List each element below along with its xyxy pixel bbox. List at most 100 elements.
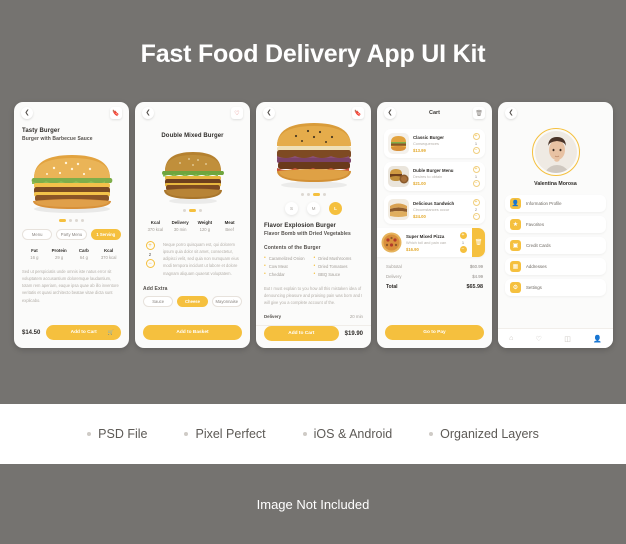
increase-quantity-button[interactable]: + bbox=[472, 199, 480, 206]
item-quantity-stepper[interactable]: + 2 − bbox=[471, 199, 481, 220]
size-option-m[interactable]: M bbox=[307, 202, 320, 215]
product-image bbox=[266, 118, 362, 190]
increase-quantity-button[interactable]: + bbox=[459, 232, 467, 239]
menu-item-settings[interactable]: ⚙ Settings bbox=[505, 279, 606, 296]
ingredients-list: • Caramelized Onion • Dried Mushrooms • Cow… bbox=[264, 256, 363, 280]
item-thumbnail bbox=[388, 166, 409, 187]
carousel-dot[interactable] bbox=[81, 219, 84, 222]
increase-quantity-button[interactable]: + bbox=[472, 166, 480, 173]
increase-quantity-button[interactable]: + bbox=[145, 241, 155, 250]
size-option-s[interactable]: S bbox=[285, 202, 298, 215]
heart-icon[interactable]: ♡ bbox=[231, 107, 243, 119]
menu-item-addresses[interactable]: ▦ Addresses bbox=[505, 258, 606, 275]
feature-label: iOS & Android bbox=[313, 427, 393, 441]
add-to-basket-button[interactable]: Add to Basket bbox=[143, 325, 242, 340]
tab-1-serving[interactable]: 1 Serving bbox=[90, 229, 121, 240]
extra-sauce[interactable]: Sauce bbox=[143, 295, 174, 307]
item-quantity-stepper[interactable]: + 1 − bbox=[471, 166, 481, 187]
item-name: Classic Burger bbox=[413, 134, 444, 140]
back-button[interactable]: ❮ bbox=[142, 107, 154, 119]
increase-quantity-button[interactable]: + bbox=[472, 133, 480, 140]
decrease-quantity-button[interactable]: − bbox=[472, 180, 480, 187]
menu-item-information-profile[interactable]: 👤 Information Profile bbox=[505, 195, 606, 212]
back-button[interactable]: ❮ bbox=[384, 107, 396, 119]
home-icon[interactable]: ⌂ bbox=[509, 335, 513, 342]
cart-item[interactable]: Duble Burger Menu Desires to obtain $21.… bbox=[384, 162, 485, 191]
trash-icon[interactable]: 🗑 bbox=[473, 107, 485, 119]
item-description: Circumstances occur bbox=[413, 207, 450, 212]
extras-chips[interactable]: Sauce Cheese Mayonnaise bbox=[143, 295, 242, 307]
back-button[interactable]: ❮ bbox=[21, 107, 33, 119]
product-description: Neque porro quisquam est, qui dolorem ip… bbox=[163, 242, 239, 276]
bullet-icon: • bbox=[313, 263, 316, 269]
delivery-row: Delivery 20 min bbox=[256, 314, 371, 327]
carousel-dot[interactable] bbox=[69, 219, 72, 222]
decrease-quantity-button[interactable]: − bbox=[459, 246, 467, 253]
decrease-quantity-button[interactable]: − bbox=[145, 259, 155, 268]
carousel-dot[interactable] bbox=[199, 209, 202, 212]
phone-mockups-row: ❮ 🔖 Tasty Burger Burger with Barbecue Sa… bbox=[14, 102, 613, 348]
item-text: Super Mixed Pizza Which toil and pain ca… bbox=[406, 234, 454, 252]
cart-item-swiped[interactable]: Super Mixed Pizza Which toil and pain ca… bbox=[377, 228, 485, 257]
bullet-icon bbox=[87, 432, 92, 436]
tab-menu[interactable]: Menu bbox=[22, 229, 53, 240]
add-to-cart-label: Add to Cart bbox=[70, 330, 97, 335]
user-icon: 👤 bbox=[510, 198, 521, 209]
bookmark-icon[interactable]: 🔖 bbox=[110, 107, 122, 119]
add-to-cart-button[interactable]: Add to Cart 🛒 bbox=[46, 325, 121, 340]
feature-psd-file: PSD File bbox=[87, 427, 147, 441]
menu-item-favorites[interactable]: ★ Favorites bbox=[505, 216, 606, 233]
cart-item[interactable]: Classic Burger Consequences $13.99 + 1 − bbox=[384, 129, 485, 158]
add-to-cart-button[interactable]: Add to Cart bbox=[264, 326, 339, 342]
bullet-icon bbox=[429, 432, 434, 436]
tab-party-menu[interactable]: Party Menu bbox=[56, 229, 87, 240]
size-selector[interactable]: S M L bbox=[256, 202, 371, 215]
carousel-dot[interactable] bbox=[323, 193, 326, 196]
bottom-navigation[interactable]: ⌂ ♡ ◫ 👤 bbox=[498, 328, 613, 348]
delete-item-button[interactable]: 🗑 bbox=[472, 228, 485, 257]
cart-item[interactable]: Delicious Sandwich Circumstances occur $… bbox=[384, 195, 485, 224]
extra-cheese[interactable]: Cheese bbox=[177, 295, 208, 307]
carousel-dot-active[interactable] bbox=[313, 193, 320, 196]
ingredient-label: Cow Meat bbox=[268, 264, 288, 269]
heart-icon[interactable]: ♡ bbox=[536, 335, 542, 343]
stat-delivery: Delivery 30 min bbox=[168, 220, 193, 232]
carousel-dot[interactable] bbox=[183, 209, 186, 212]
avatar[interactable] bbox=[531, 128, 580, 176]
stat-label: Weight bbox=[197, 220, 213, 225]
orders-icon[interactable]: ◫ bbox=[564, 335, 571, 343]
bullet-icon: • bbox=[264, 271, 266, 277]
stat-label: Delivery bbox=[171, 220, 189, 225]
extra-mayonnaise[interactable]: Mayonnaise bbox=[211, 295, 242, 307]
footer-section: Image Not Included bbox=[0, 464, 626, 544]
ingredient-label: Caramelized Onion bbox=[268, 256, 305, 261]
carousel-dot-active[interactable] bbox=[59, 219, 66, 222]
carousel-dot[interactable] bbox=[301, 193, 304, 196]
item-thumbnail bbox=[388, 199, 409, 220]
image-carousel-dots[interactable] bbox=[256, 193, 371, 196]
menu-item-label: Settings bbox=[526, 285, 542, 290]
ingredient-label: Cheddar bbox=[268, 272, 285, 277]
cart-topbar: ❮ Cart 🗑 bbox=[377, 102, 492, 124]
back-button[interactable]: ❮ bbox=[505, 107, 517, 119]
item-quantity-stepper[interactable]: + 1 − bbox=[458, 232, 468, 253]
item-quantity-stepper[interactable]: + 1 − bbox=[471, 133, 481, 154]
image-carousel-dots[interactable] bbox=[14, 219, 129, 222]
decrease-quantity-button[interactable]: − bbox=[472, 147, 480, 154]
decrease-quantity-button[interactable]: − bbox=[472, 213, 480, 220]
carousel-dot[interactable] bbox=[75, 219, 78, 222]
quantity-stepper[interactable]: + 2 − bbox=[143, 241, 157, 268]
carousel-dot[interactable] bbox=[307, 193, 310, 196]
subtotal-row: Subtotal $60.99 bbox=[386, 264, 483, 269]
image-carousel-dots[interactable] bbox=[135, 209, 250, 212]
item-description: Which toil and pain can bbox=[406, 240, 447, 245]
size-option-l[interactable]: L bbox=[329, 202, 342, 215]
carousel-dot-active[interactable] bbox=[189, 209, 196, 212]
footer-note: Image Not Included bbox=[256, 496, 370, 512]
serving-tabs[interactable]: Menu Party Menu 1 Serving bbox=[14, 229, 129, 240]
go-to-pay-button[interactable]: Go to Pay bbox=[385, 325, 484, 340]
menu-item-credit-cards[interactable]: ▣ Credit Cards bbox=[505, 237, 606, 254]
profile-icon[interactable]: 👤 bbox=[593, 335, 602, 343]
item-price: $13.99 bbox=[413, 147, 426, 153]
phone-screen-customize: ❮ ♡ Double Mixed Burger Kcal 370 kcal De… bbox=[135, 102, 250, 348]
